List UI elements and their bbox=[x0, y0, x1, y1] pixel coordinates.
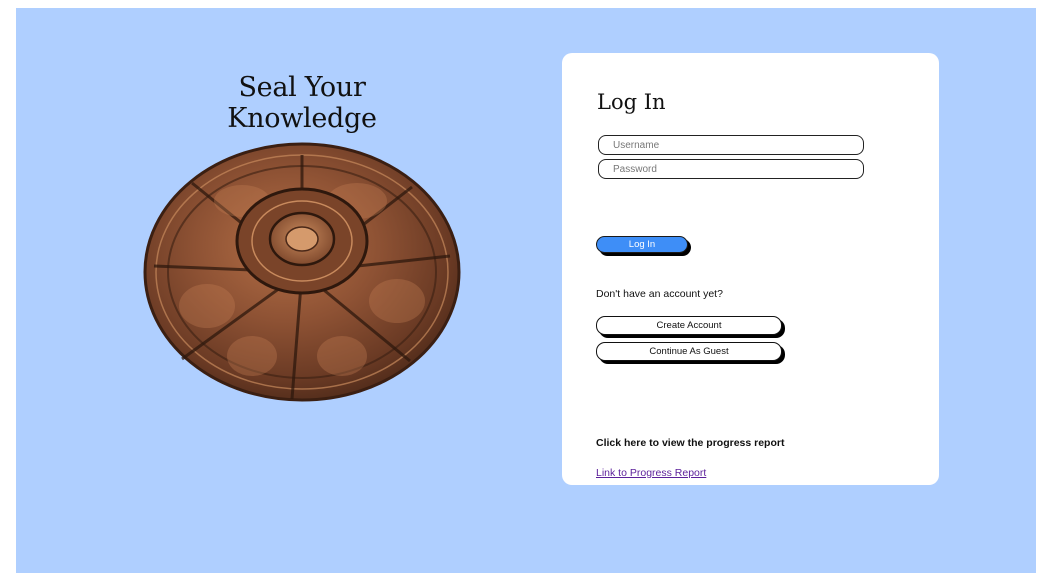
password-input[interactable] bbox=[598, 159, 864, 179]
create-account-button[interactable]: Create Account bbox=[596, 316, 782, 335]
login-card: Log In Log In Don't have an account yet?… bbox=[562, 53, 939, 485]
bronze-seal-image bbox=[143, 142, 461, 402]
page-background: Seal Your Knowledge Log In Username Log … bbox=[16, 8, 1036, 573]
site-title: Seal Your Knowledge bbox=[227, 72, 377, 134]
login-button[interactable]: Log In bbox=[596, 236, 688, 253]
progress-report-heading: Click here to view the progress report bbox=[596, 437, 785, 449]
username-input[interactable] bbox=[598, 135, 864, 155]
continue-as-guest-button[interactable]: Continue As Guest bbox=[596, 342, 782, 361]
login-title: Log In bbox=[597, 90, 666, 114]
progress-report-link[interactable]: Link to Progress Report bbox=[596, 467, 706, 479]
no-account-prompt: Don't have an account yet? bbox=[596, 288, 723, 300]
